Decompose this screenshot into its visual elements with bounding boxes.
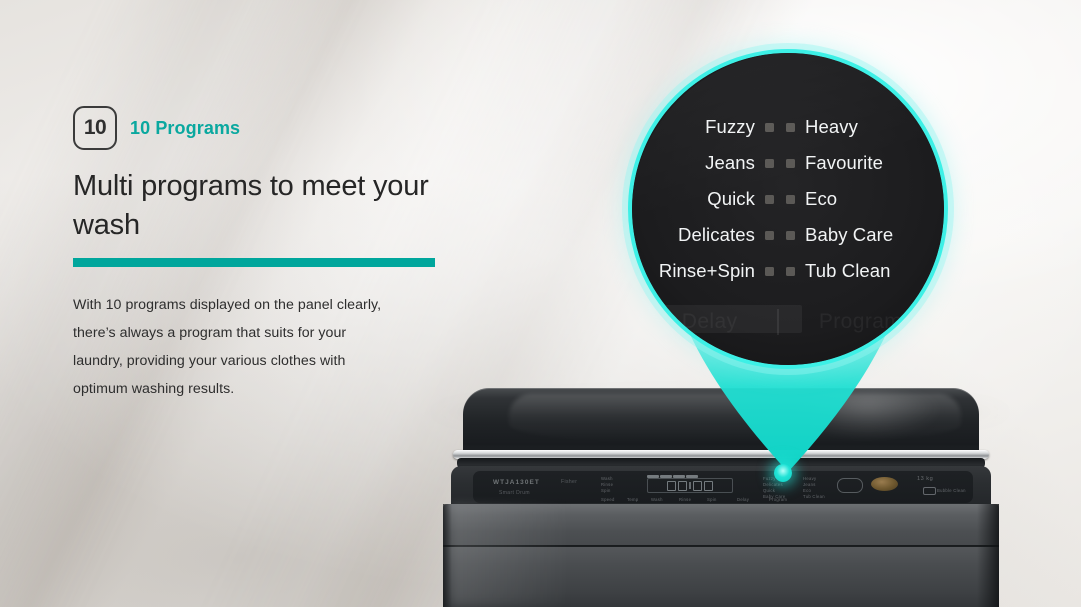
program-led-indicator — [786, 158, 795, 168]
panel-button-speed[interactable]: Speed — [601, 497, 615, 502]
program-led-indicator — [765, 266, 774, 276]
lcd-digit — [678, 480, 687, 491]
feature-text-column: 10 10 Programs Multi programs to meet yo… — [73, 105, 493, 404]
washing-machine-product: WTJA130ET Fisher Smart Drum Wash Rinse S… — [443, 388, 999, 607]
panel-program-jeans: Jeans — [803, 482, 816, 487]
program-count-badge-icon: 10 — [73, 106, 117, 150]
panel-program-tub-clean: Tub Clean — [803, 494, 825, 499]
program-led-indicator — [786, 194, 795, 204]
title-underline-rule — [73, 258, 435, 268]
program-led-indicator — [765, 122, 774, 132]
slide-canvas: 10 10 Programs Multi programs to meet yo… — [0, 0, 1081, 607]
feature-eyebrow-row: 10 10 Programs — [73, 105, 493, 151]
program-led-indicator — [786, 230, 795, 240]
program-label-favourite: Favourite — [805, 152, 884, 173]
program-left-cell[interactable]: Rinse+Spin — [632, 260, 780, 282]
machine-body-right-edge — [977, 504, 999, 607]
program-right-cell[interactable]: Eco — [780, 188, 944, 210]
panel-program-heavy: Heavy — [803, 476, 817, 481]
program-right-cell[interactable]: Heavy — [780, 116, 944, 138]
feature-eyebrow-label: 10 Programs — [130, 117, 241, 138]
panel-program-delicates: Delicates — [763, 482, 783, 487]
panel-button-spin[interactable]: Spin — [707, 497, 717, 502]
program-label-fuzzy: Fuzzy — [705, 116, 755, 137]
program-row[interactable]: Delicates Baby Care — [632, 217, 944, 253]
panel-button-rinse[interactable]: Rinse — [679, 497, 691, 502]
program-label-quick: Quick — [707, 188, 755, 209]
page-title: Multi programs to meet your wash — [73, 170, 429, 241]
magnified-program-panel: Delay Program Fuzzy Heavy Jeans — [628, 49, 948, 369]
panel-program-fuzzy: Fuzzy — [763, 476, 776, 481]
program-label-baby-care: Baby Care — [805, 224, 894, 245]
panel-program-baby-care: Baby Care — [763, 494, 786, 499]
panel-model-label: WTJA130ET — [493, 479, 540, 486]
program-left-cell[interactable]: Delicates — [632, 224, 780, 246]
panel-status-spin: Spin — [601, 488, 611, 493]
lcd-colon-icon — [689, 482, 691, 489]
lcd-display — [647, 478, 733, 493]
power-knob[interactable] — [871, 477, 898, 491]
program-label-rinse-spin: Rinse+Spin — [658, 260, 755, 281]
program-label-jeans: Jeans — [705, 152, 755, 173]
program-led-indicator — [765, 158, 774, 168]
program-right-cell[interactable]: Tub Clean — [780, 260, 944, 282]
panel-button-wash[interactable]: Wash — [651, 497, 663, 502]
panel-program-eco: Eco — [803, 488, 812, 493]
program-label-delicates: Delicates — [678, 224, 755, 245]
program-led-indicator — [786, 122, 795, 132]
feature-description: With 10 programs displayed on the panel … — [73, 297, 382, 398]
program-led-indicator — [765, 230, 774, 240]
panel-capacity-label: 13 kg — [917, 476, 934, 482]
panel-feature-mark: Smart Drum — [499, 490, 530, 496]
panel-button-delay[interactable]: Delay — [737, 497, 749, 502]
program-label-tub-clean: Tub Clean — [805, 260, 891, 281]
program-row[interactable]: Fuzzy Heavy — [632, 109, 944, 145]
program-row[interactable]: Quick Eco — [632, 181, 944, 217]
lid-specular-shine — [793, 392, 943, 438]
program-led-indicator — [786, 266, 795, 276]
program-right-cell[interactable]: Baby Care — [780, 224, 944, 246]
start-pause-button[interactable] — [837, 478, 863, 493]
program-left-cell[interactable]: Fuzzy — [632, 116, 780, 138]
panel-program-quick: Quick — [763, 488, 776, 493]
machine-body-left-edge — [443, 504, 452, 607]
program-label-eco: Eco — [805, 188, 838, 209]
program-list: Fuzzy Heavy Jeans Favourite Quick Eco De… — [632, 109, 944, 289]
panel-bubble-clean-label: Bubble Clean — [937, 488, 966, 493]
program-left-cell[interactable]: Quick — [632, 188, 780, 210]
program-right-cell[interactable]: Favourite — [780, 152, 944, 174]
program-row[interactable]: Rinse+Spin Tub Clean — [632, 253, 944, 289]
lcd-digit — [704, 480, 713, 491]
program-row[interactable]: Jeans Favourite — [632, 145, 944, 181]
machine-control-panel[interactable]: WTJA130ET Fisher Smart Drum Wash Rinse S… — [451, 466, 991, 508]
machine-body-highlight — [451, 504, 571, 607]
program-left-cell[interactable]: Jeans — [632, 152, 780, 174]
program-label-heavy: Heavy — [805, 116, 858, 137]
lcd-digit — [667, 480, 676, 491]
panel-status-wash: Wash — [601, 476, 613, 481]
panel-button-temp[interactable]: Temp — [627, 497, 638, 502]
program-led-indicator — [765, 194, 774, 204]
panel-status-rinse: Rinse — [601, 482, 614, 487]
lcd-digit — [693, 480, 702, 491]
bubble-clean-icon — [923, 487, 936, 495]
panel-brand-mark: Fisher — [561, 479, 578, 485]
